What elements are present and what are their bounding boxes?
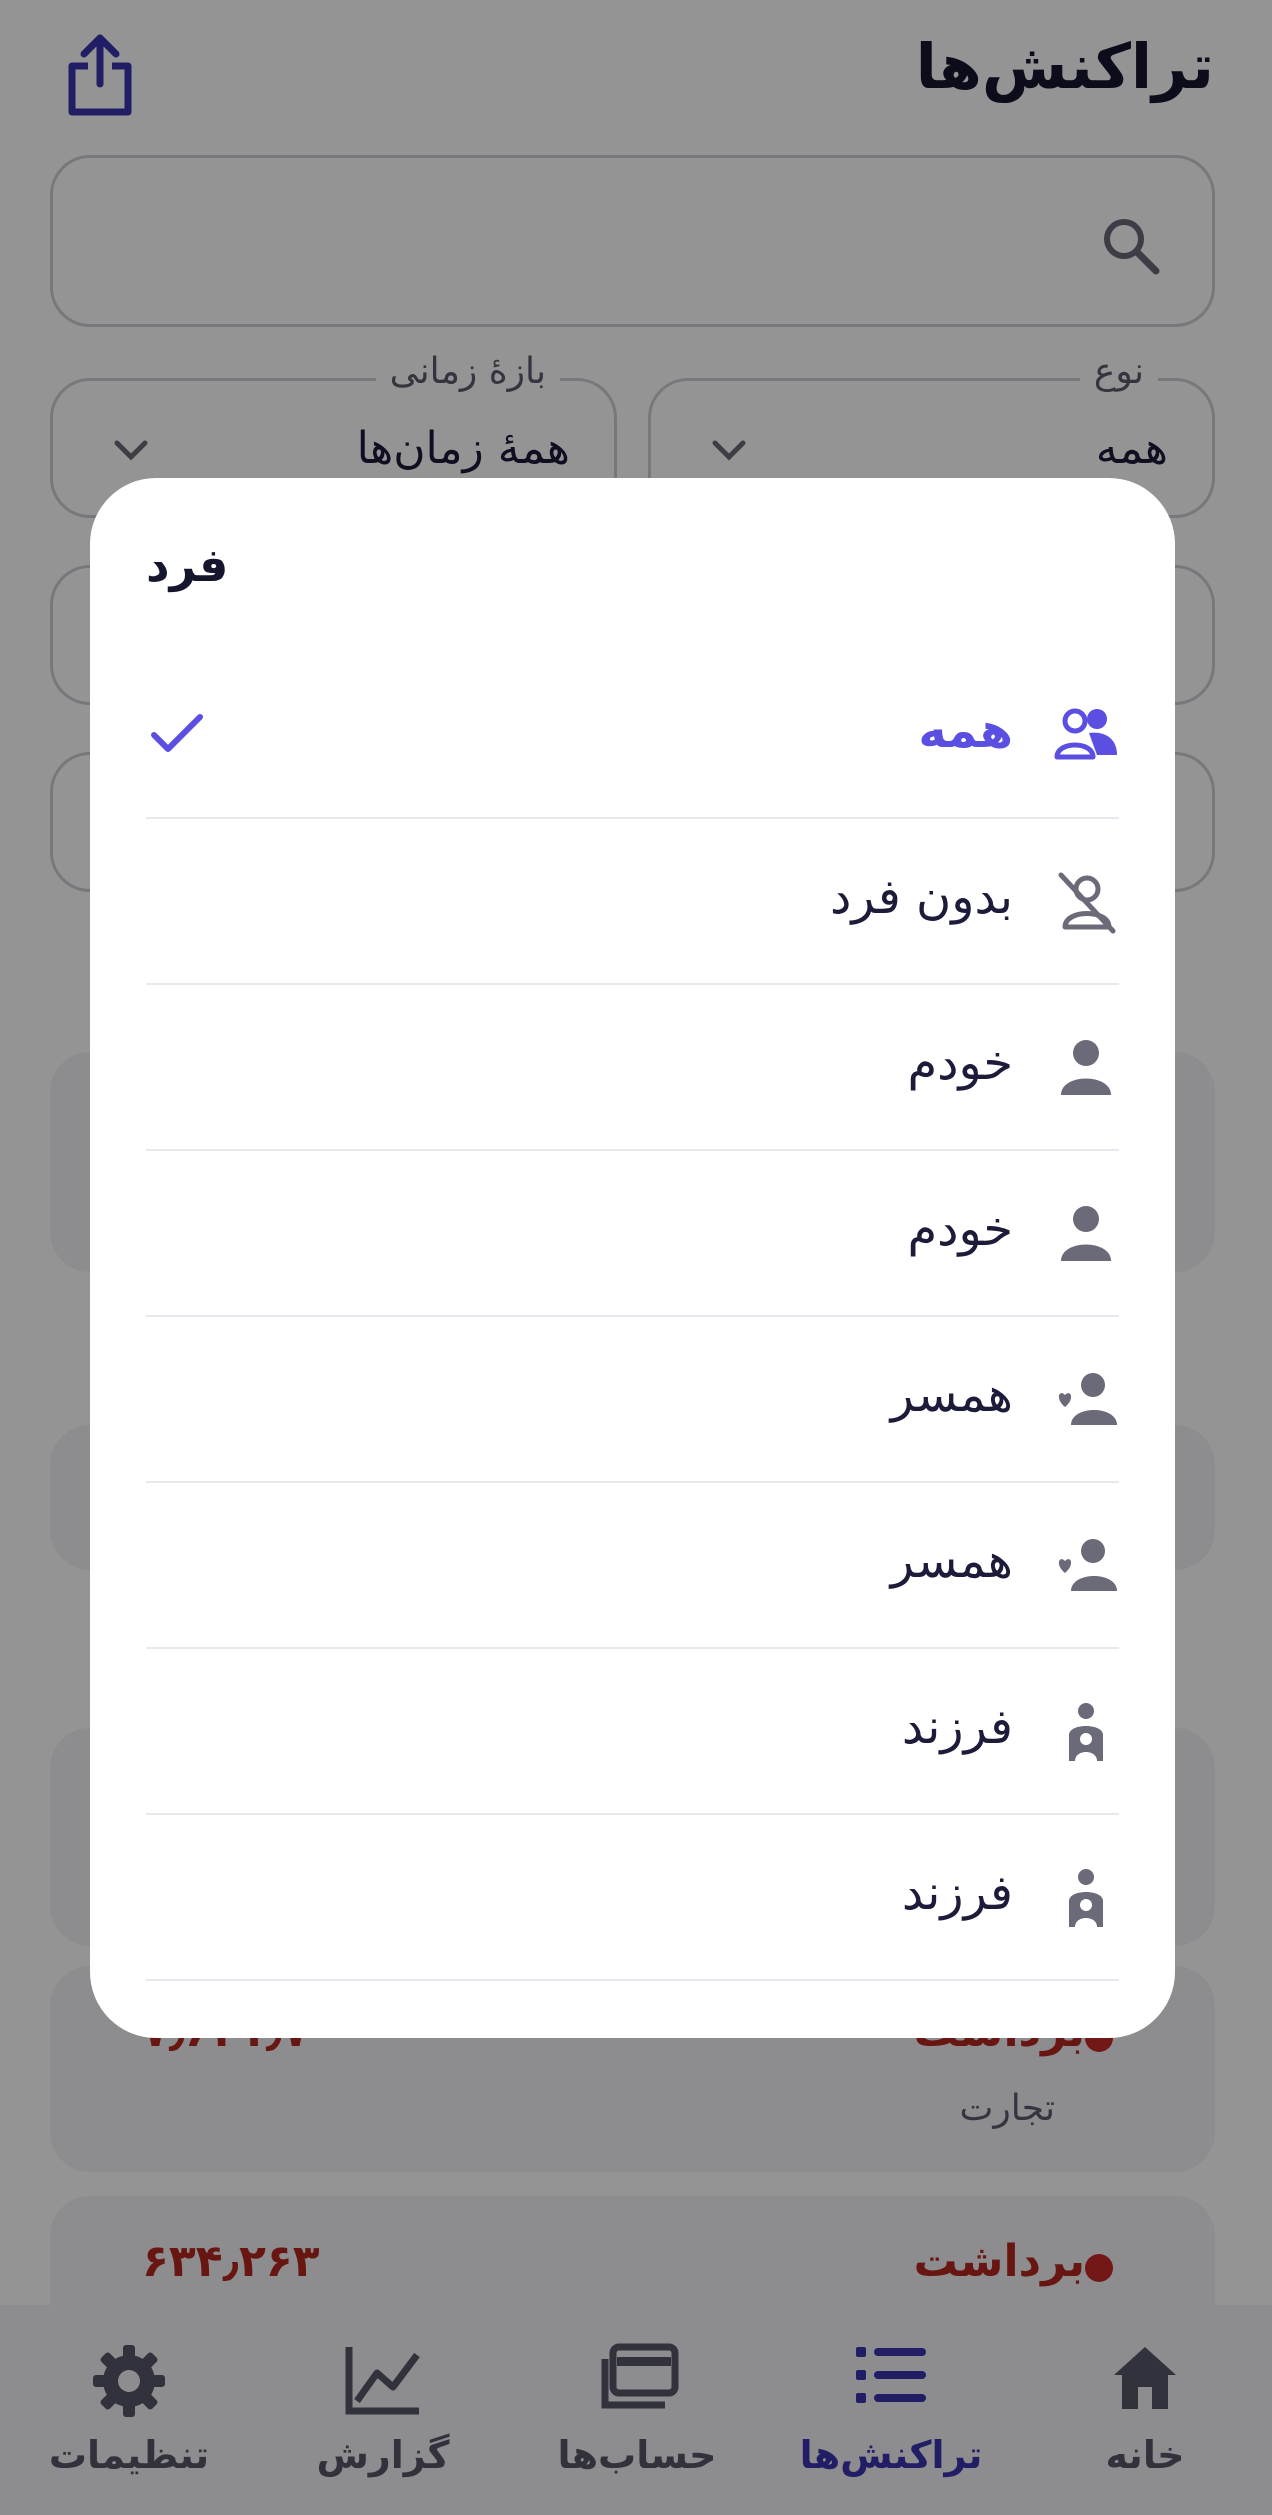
option-spouse[interactable]: همسر [146,1483,1119,1649]
option-label: خودم [907,1035,1013,1091]
people-icon [1054,708,1117,760]
person-icon [1061,1206,1111,1261]
child-icon [1069,1703,1103,1761]
person-icon [1061,1040,1111,1095]
dialog-title: فرد [146,538,229,592]
option-no-person[interactable]: بدون فرد [146,819,1119,985]
person-picker-dialog: فرد همه بدون فرد خودم خودم همسر همسر فرز… [90,478,1175,2038]
spouse-icon [1058,1373,1117,1425]
option-spouse[interactable]: همسر [146,1317,1119,1483]
option-label: فرزند [901,1865,1013,1921]
option-label: خودم [907,1201,1013,1257]
option-label: فرزند [901,1699,1013,1755]
option-all[interactable]: همه [146,653,1119,819]
option-label: همسر [890,1533,1013,1589]
option-child[interactable]: فرزند [146,1649,1119,1815]
option-label: همسر [890,1367,1013,1423]
option-label: بدون فرد [829,869,1013,925]
option-self[interactable]: خودم [146,985,1119,1151]
option-label: همه [918,703,1013,759]
spouse-icon [1058,1539,1117,1591]
child-icon [1069,1869,1103,1927]
check-icon [151,714,203,752]
option-self[interactable]: خودم [146,1151,1119,1317]
option-child[interactable]: فرزند [146,1815,1119,1981]
no-person-icon [1058,872,1116,934]
